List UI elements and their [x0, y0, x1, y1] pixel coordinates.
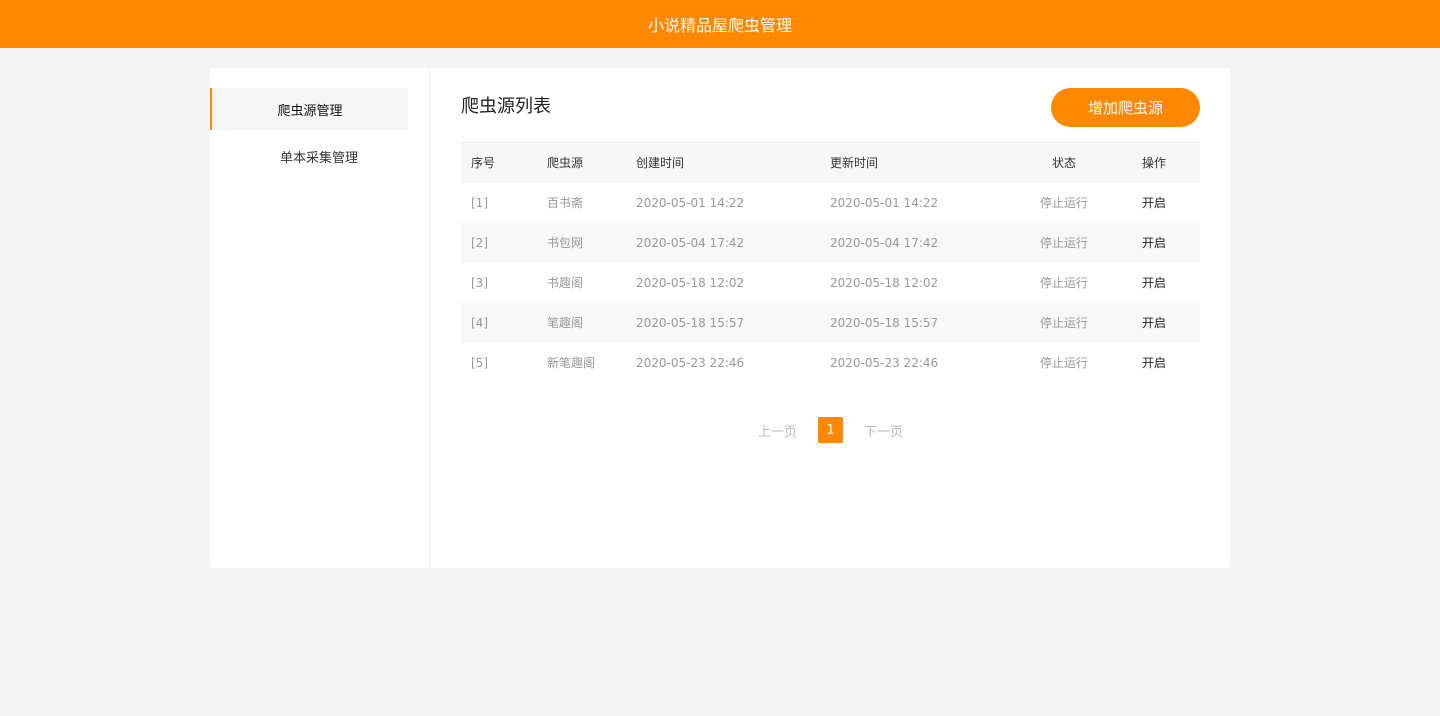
- cell-source: 笔趣阁: [547, 316, 584, 330]
- cell-source: 新笔趣阁: [547, 356, 596, 370]
- column-header-action: 操作: [1141, 156, 1166, 171]
- sidebar-item-crawler-sources[interactable]: 爬虫源管理: [210, 88, 408, 130]
- content-panel: 爬虫源管理 单本采集管理 爬虫源列表 增加爬虫源 序号 爬虫源 创建时间 更新时…: [210, 68, 1230, 568]
- table-row: [4] 笔趣阁 2020-05-18 15:57 2020-05-18 15:5…: [461, 302, 1200, 343]
- cell-index: [4]: [471, 315, 488, 330]
- sidebar: 爬虫源管理 单本采集管理: [210, 68, 430, 568]
- cell-updated: 2020-05-18 12:02: [830, 275, 939, 290]
- cell-status: 停止运行: [1039, 356, 1088, 370]
- cell-created: 2020-05-23 22:46: [636, 355, 745, 370]
- column-header-created: 创建时间: [636, 156, 685, 171]
- cell-index: [1]: [471, 195, 488, 210]
- table-row: [3] 书趣阁 2020-05-18 12:02 2020-05-18 12:0…: [461, 263, 1200, 303]
- cell-source: 书包网: [547, 236, 584, 250]
- cell-created: 2020-05-04 17:42: [636, 235, 745, 250]
- page-number-current[interactable]: 1: [818, 417, 843, 443]
- start-action-link[interactable]: 开启: [1108, 343, 1200, 383]
- table-row: [5] 新笔趣阁 2020-05-23 22:46 2020-05-23 22:…: [461, 343, 1200, 383]
- cell-updated: 2020-05-23 22:46: [830, 355, 939, 370]
- main-content: 爬虫源列表 增加爬虫源 序号 爬虫源 创建时间 更新时间 状态 操作 [1] 百…: [461, 68, 1200, 568]
- cell-status: 停止运行: [1039, 276, 1088, 290]
- cell-updated: 2020-05-01 14:22: [830, 195, 939, 210]
- start-action-link[interactable]: 开启: [1108, 223, 1200, 263]
- start-action-link[interactable]: 开启: [1108, 183, 1200, 223]
- add-crawler-source-button[interactable]: 增加爬虫源: [1051, 88, 1200, 127]
- sidebar-item-label: 爬虫源管理: [277, 103, 343, 119]
- cell-created: 2020-05-18 15:57: [636, 315, 745, 330]
- cell-source: 百书斋: [547, 196, 584, 210]
- cell-index: [2]: [471, 235, 488, 250]
- cell-source: 书趣阁: [547, 276, 584, 290]
- pagination: 上一页 1 下一页: [461, 417, 1200, 443]
- start-action-link[interactable]: 开启: [1108, 263, 1200, 303]
- column-header-source: 爬虫源: [547, 156, 584, 171]
- crawler-source-table: 序号 爬虫源 创建时间 更新时间 状态 操作 [1] 百书斋 2020-05-0…: [461, 142, 1200, 383]
- cell-status: 停止运行: [1039, 236, 1088, 250]
- prev-page-link[interactable]: 上一页: [758, 421, 797, 440]
- cell-index: [5]: [471, 355, 488, 370]
- start-action-link[interactable]: 开启: [1108, 303, 1200, 343]
- top-header-bar: 小说精品屋爬虫管理: [0, 0, 1440, 48]
- sidebar-item-single-collection[interactable]: 单本采集管理: [220, 135, 418, 177]
- column-header-index: 序号: [471, 156, 496, 171]
- column-header-updated: 更新时间: [830, 156, 879, 171]
- cell-updated: 2020-05-04 17:42: [830, 235, 939, 250]
- cell-index: [3]: [471, 275, 488, 290]
- table-header-row: 序号 爬虫源 创建时间 更新时间 状态 操作: [461, 142, 1200, 183]
- sidebar-item-label: 单本采集管理: [279, 150, 358, 166]
- app-title: 小说精品屋爬虫管理: [647, 16, 792, 35]
- column-header-status: 状态: [1051, 156, 1076, 171]
- table-row: [1] 百书斋 2020-05-01 14:22 2020-05-01 14:2…: [461, 183, 1200, 223]
- cell-status: 停止运行: [1039, 196, 1088, 210]
- next-page-link[interactable]: 下一页: [864, 421, 903, 440]
- cell-status: 停止运行: [1039, 316, 1088, 330]
- cell-created: 2020-05-01 14:22: [636, 195, 745, 210]
- page-title: 爬虫源列表: [461, 96, 551, 117]
- cell-updated: 2020-05-18 15:57: [830, 315, 939, 330]
- cell-created: 2020-05-18 12:02: [636, 275, 745, 290]
- table-row: [2] 书包网 2020-05-04 17:42 2020-05-04 17:4…: [461, 222, 1200, 263]
